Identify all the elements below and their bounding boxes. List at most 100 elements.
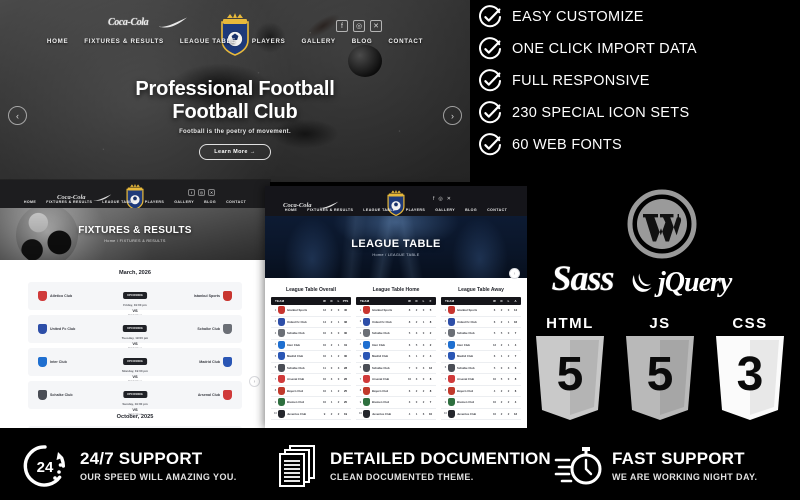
twitter-icon[interactable]: ✕	[370, 20, 382, 32]
league-table-overall: League Table Overall TEAM W D L PTS 1 Ist…	[271, 287, 351, 428]
cell-pts: 25	[343, 388, 348, 393]
shield-body: 5	[532, 334, 608, 422]
team-badge-icon	[363, 375, 370, 384]
nav-item-gallery[interactable]: GALLERY	[435, 208, 455, 212]
cell-f: 2	[429, 331, 432, 336]
table-row: 7 Arsenal Club 10 3 0 8	[356, 374, 436, 386]
fixture-row[interactable]: United Fc Club UPCOMING Tuesday, 19:00 p…	[28, 315, 242, 350]
team-name: Bayern Club	[287, 388, 304, 393]
row-team: United Fc Club	[278, 317, 321, 326]
nav-item-league-table[interactable]: LEAGUE TABLE	[102, 200, 134, 204]
cell-w: 8	[408, 319, 411, 324]
row-team: Bayern Club	[363, 386, 406, 395]
facebook-icon[interactable]: f	[336, 20, 348, 32]
feature-label: ONE CLICK IMPORT DATA	[512, 40, 697, 57]
away-team-name: Schalke Club	[197, 327, 220, 331]
instagram-icon[interactable]: ◎	[198, 189, 205, 196]
cell-w: 8	[408, 308, 411, 313]
learn-more-button[interactable]: Learn More →	[199, 144, 271, 161]
col-team: TEAM	[360, 299, 370, 303]
shield-number: 3	[736, 347, 764, 401]
nav-item-fixtures[interactable]: FIXTURES & RESULTS	[46, 200, 92, 204]
fixtures-navigation[interactable]: HOME FIXTURES & RESULTS LEAGUE TABLE PLA…	[0, 200, 270, 204]
documents-icon	[278, 444, 318, 488]
nav-item-players[interactable]: PLAYERS	[145, 200, 164, 204]
nav-item-players[interactable]: PLAYERS	[406, 208, 425, 212]
hero-title-line2: Football Club	[172, 101, 298, 124]
facebook-icon[interactable]: f	[433, 196, 434, 202]
slider-prev-arrow[interactable]: ‹	[8, 106, 27, 125]
team-name: United Fc Club	[287, 319, 307, 324]
nav-item-players[interactable]: PLAYERS	[252, 38, 286, 45]
hero-slider: Coca-Cola f ◎ ✕ HOME FIXTURES & RESULTS …	[0, 0, 470, 182]
cell-l: 2	[337, 354, 340, 359]
row-team: Schalke Club	[278, 329, 321, 338]
home-team-name: Inter Club	[50, 360, 67, 364]
fixture-row[interactable]: Inter Club UPCOMING Monday, 19:00 pm VS …	[28, 348, 242, 383]
stopwatch-icon	[554, 443, 602, 489]
cell-l: 2	[337, 411, 340, 416]
nav-item-gallery[interactable]: GALLERY	[301, 38, 335, 45]
cell-w: 5	[408, 331, 411, 336]
team-name: Juventus Club	[372, 411, 392, 416]
nav-item-fixtures[interactable]: FIXTURES & RESULTS	[84, 38, 164, 45]
nav-item-fixtures[interactable]: FIXTURES & RESULTS	[307, 208, 353, 212]
row-team: Juventus Club	[363, 409, 406, 418]
instagram-icon[interactable]: ◎	[353, 20, 365, 32]
nav-item-league-table[interactable]: LEAGUE TABLE	[180, 38, 236, 45]
team-name: Schalke Club	[287, 331, 305, 336]
league-navigation[interactable]: HOME FIXTURES & RESULTS LEAGUE TABLE PLA…	[265, 208, 527, 212]
technology-logos: Sass jQuery HTML 5 JS 5 CSS 3	[520, 185, 800, 425]
nav-item-blog[interactable]: BLOG	[465, 208, 477, 212]
nav-item-home[interactable]: HOME	[24, 200, 36, 204]
team-badge-icon	[448, 352, 455, 361]
cell-w: 10	[492, 377, 497, 382]
fixture-row[interactable]: Atletico Club UPCOMING Friday, 19:00 pm …	[28, 282, 242, 317]
instagram-icon[interactable]: ◎	[438, 196, 442, 202]
fixture-score: VS	[132, 407, 138, 412]
facebook-icon[interactable]: f	[188, 189, 195, 196]
main-navigation[interactable]: HOME FIXTURES & RESULTS LEAGUE TABLE PLA…	[0, 38, 470, 45]
nav-item-blog[interactable]: BLOG	[352, 38, 373, 45]
row-team: Arsenal Club	[448, 375, 491, 384]
twitter-icon[interactable]: ✕	[208, 189, 215, 196]
cell-l: 2	[507, 388, 510, 393]
fixtures-social-links[interactable]: f ◎ ✕	[188, 189, 215, 196]
nav-item-contact[interactable]: CONTACT	[226, 200, 246, 204]
fixture-meta: LIVE Sunday, 19:00 pm 5 - 3 Match Street	[122, 427, 147, 428]
cell-d: 2	[330, 411, 333, 416]
nav-item-blog[interactable]: BLOG	[204, 200, 216, 204]
scroll-top-button[interactable]: ›	[249, 376, 260, 387]
cell-w: 6	[493, 308, 496, 313]
fixtures-page-screenshot: Coca-Cola f ◎ ✕ HOME FIXTURES & RESULTS …	[0, 180, 270, 428]
check-circle-icon	[478, 68, 502, 93]
row-team: Schalke Club	[363, 329, 406, 338]
nav-item-home[interactable]: HOME	[47, 38, 68, 45]
twitter-icon[interactable]: ✕	[447, 196, 451, 202]
social-links[interactable]: f ◎ ✕	[336, 20, 382, 32]
team-name: Inter Club	[457, 342, 471, 347]
league-table-home: League Table Home TEAM W D L F 1 Istanbul…	[356, 287, 436, 428]
row-team: Inter Club	[448, 340, 491, 349]
cell-pts: 31	[343, 342, 348, 347]
league-social-links[interactable]: f ◎ ✕	[433, 196, 451, 202]
nav-item-league-table[interactable]: LEAGUE TABLE	[363, 208, 395, 212]
nav-item-home[interactable]: HOME	[285, 208, 297, 212]
fixture-venue: Match Street	[128, 413, 142, 416]
away-team-name: Istanbul Sports	[193, 294, 220, 298]
cell-d: 2	[330, 308, 333, 313]
slider-next-arrow[interactable]: ›	[443, 106, 462, 125]
cell-a: 4	[514, 400, 517, 405]
documentation-feature: DETAILED DOCUMENTION CLEAN DOCUMENTED TH…	[278, 444, 551, 488]
cell-l: 6	[422, 411, 425, 416]
support-title: 24/7 SUPPORT	[80, 449, 203, 468]
shield-label: HTML	[546, 315, 594, 332]
table-row: 3 Schalke Club 10 3 0 30	[271, 328, 351, 340]
nav-item-gallery[interactable]: GALLERY	[174, 200, 194, 204]
fixture-row[interactable]: Schalke Club UPCOMING Sunday, 19:00 pm V…	[28, 381, 242, 416]
fixture-row[interactable]: Atletico Club LIVE Sunday, 19:00 pm 5 - …	[28, 426, 242, 428]
team-badge-icon	[278, 386, 285, 395]
cell-f: 8	[429, 377, 432, 382]
nav-item-contact[interactable]: CONTACT	[388, 38, 423, 45]
nav-item-contact[interactable]: CONTACT	[487, 208, 507, 212]
